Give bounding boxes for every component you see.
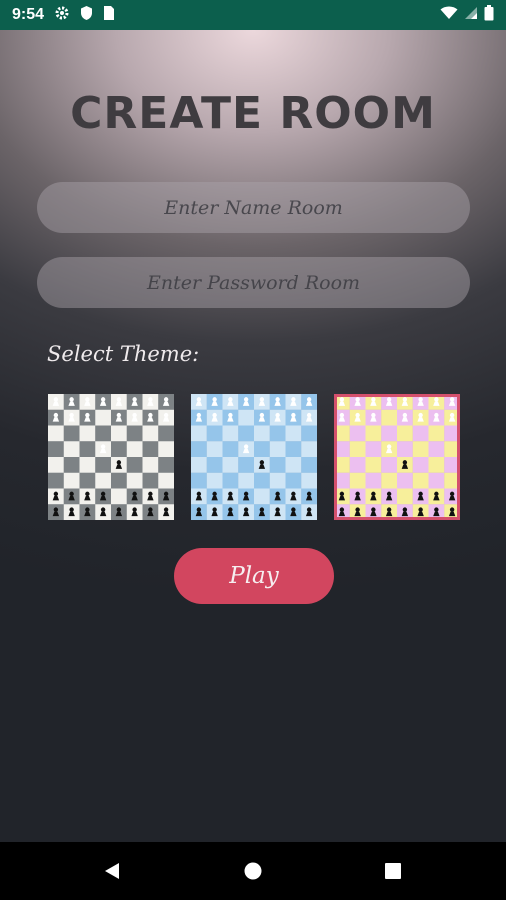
battery-icon — [484, 4, 494, 26]
back-button[interactable] — [72, 842, 152, 900]
theme-picker — [48, 394, 460, 520]
wifi-icon — [440, 6, 458, 25]
home-icon — [244, 862, 262, 880]
select-theme-label: Select Theme: — [47, 342, 200, 366]
back-icon — [105, 863, 119, 879]
page-title: CREATE ROOM — [70, 88, 436, 139]
status-bar: 9:54 — [0, 0, 506, 30]
sim-card-icon — [103, 5, 115, 26]
status-time: 9:54 — [12, 6, 45, 23]
create-room-screen: CREATE ROOM Select Theme: Play — [0, 30, 506, 842]
recents-button[interactable] — [353, 842, 433, 900]
theme-option-blue[interactable] — [191, 394, 317, 520]
theme-option-pink[interactable] — [334, 394, 460, 520]
home-button[interactable] — [213, 842, 293, 900]
shield-icon — [80, 5, 93, 26]
navigation-bar — [0, 842, 506, 900]
settings-icon — [54, 5, 70, 26]
play-button[interactable]: Play — [174, 548, 334, 604]
room-password-input[interactable] — [37, 257, 470, 308]
room-name-input[interactable] — [37, 182, 470, 233]
chessboard-gray-preview — [48, 394, 174, 520]
chessboard-blue-preview — [191, 394, 317, 520]
chessboard-pink-preview — [334, 394, 460, 520]
recents-icon — [385, 863, 401, 879]
cell-signal-icon — [464, 6, 478, 25]
theme-option-gray[interactable] — [48, 394, 174, 520]
